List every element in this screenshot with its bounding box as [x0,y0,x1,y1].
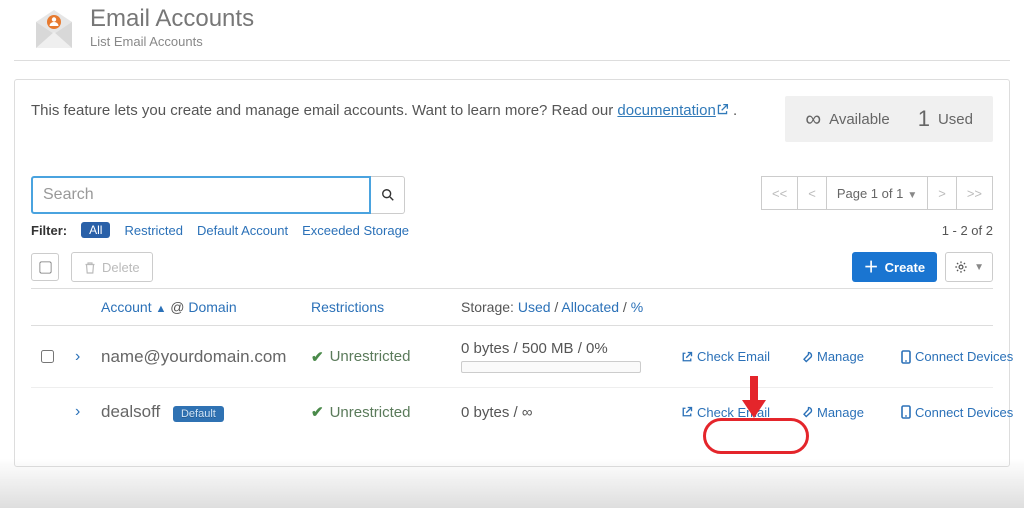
master-checkbox-wrap[interactable] [31,253,59,281]
create-button[interactable]: ＋ Create [852,252,937,282]
expand-row[interactable]: › [69,348,101,366]
available-value: ∞ [805,106,821,132]
filter-default[interactable]: Default Account [197,223,288,238]
table-row: › name@yourdomain.com ✔ Unrestricted 0 b… [31,325,993,387]
col-storage-label: Storage: [461,299,514,315]
pager-indicator[interactable]: Page 1 of 1▼ [827,176,928,210]
mobile-icon [901,405,911,419]
filter-label: Filter: [31,223,67,238]
default-badge: Default [173,406,224,422]
check-email-link[interactable]: Check Email [681,405,801,420]
row-checkbox[interactable] [41,350,54,363]
email-cell: dealsoff Default [101,402,311,422]
col-at: @ [170,299,184,315]
expand-row[interactable]: › [69,403,101,421]
documentation-link[interactable]: documentation [617,102,728,119]
check-icon: ✔ [311,403,324,421]
page-subtitle: List Email Accounts [90,34,254,49]
storage-cell: 0 bytes / ∞ [461,404,681,421]
external-link-icon [681,351,693,363]
delete-button[interactable]: Delete [71,252,153,282]
pager-prev[interactable]: < [798,176,827,210]
stats-box: ∞ Available 1 Used [785,96,993,142]
used-value: 1 [918,106,930,132]
wrench-icon [801,406,813,418]
manage-link[interactable]: Manage [801,349,901,364]
manage-link[interactable]: Manage [801,405,901,420]
connect-devices-link[interactable]: Connect Devices [901,405,1013,420]
pager: << < Page 1 of 1▼ > >> [761,176,993,210]
master-checkbox[interactable] [39,261,51,273]
table-row: › dealsoff Default ✔ Unrestricted 0 byte… [31,387,993,436]
col-domain[interactable]: Domain [188,299,236,315]
filter-restricted[interactable]: Restricted [124,223,183,238]
filter-exceeded[interactable]: Exceeded Storage [302,223,409,238]
restriction-cell: ✔ Unrestricted [311,403,461,421]
col-percent[interactable]: % [631,299,643,315]
check-icon: ✔ [311,348,324,366]
available-label: Available [829,111,890,128]
envelope-icon [32,8,76,52]
settings-button[interactable]: ▼ [945,252,993,282]
search-button[interactable] [371,176,405,214]
plus-icon: ＋ [864,260,879,275]
main-panel: This feature lets you create and manage … [14,79,1010,467]
search-icon [381,188,395,202]
result-count: 1 - 2 of 2 [942,223,993,238]
intro-text: This feature lets you create and manage … [31,102,737,120]
caret-down-icon: ▼ [907,190,917,201]
gear-icon [954,260,968,274]
page-title: Email Accounts [90,6,254,32]
page-header: Email Accounts List Email Accounts [14,0,1010,61]
wrench-icon [801,351,813,363]
pager-last[interactable]: >> [957,176,993,210]
email-cell: name@yourdomain.com [101,347,311,367]
storage-progress [461,361,641,373]
search-input[interactable] [31,176,371,214]
col-restrictions[interactable]: Restrictions [311,299,461,315]
col-account[interactable]: Account ▲ [101,299,166,315]
intro-pre: This feature lets you create and manage … [31,102,617,119]
external-link-icon [681,406,693,418]
search-wrap [31,176,405,214]
trash-icon [84,261,96,274]
table-header: Account ▲ @ Domain Restrictions Storage:… [31,289,993,325]
check-email-link[interactable]: Check Email [681,349,801,364]
storage-cell: 0 bytes / 500 MB / 0% [461,340,681,373]
used-label: Used [938,111,973,128]
col-allocated[interactable]: Allocated [561,299,619,315]
mobile-icon [901,350,911,364]
filter-all[interactable]: All [81,222,110,238]
col-used[interactable]: Used [518,299,551,315]
pager-first[interactable]: << [761,176,798,210]
sort-asc-icon: ▲ [155,303,166,315]
restriction-cell: ✔ Unrestricted [311,348,461,366]
pager-next[interactable]: > [928,176,957,210]
connect-devices-link[interactable]: Connect Devices [901,349,1013,364]
caret-down-icon: ▼ [974,262,984,273]
external-link-icon [716,103,729,120]
intro-post: . [729,102,737,119]
